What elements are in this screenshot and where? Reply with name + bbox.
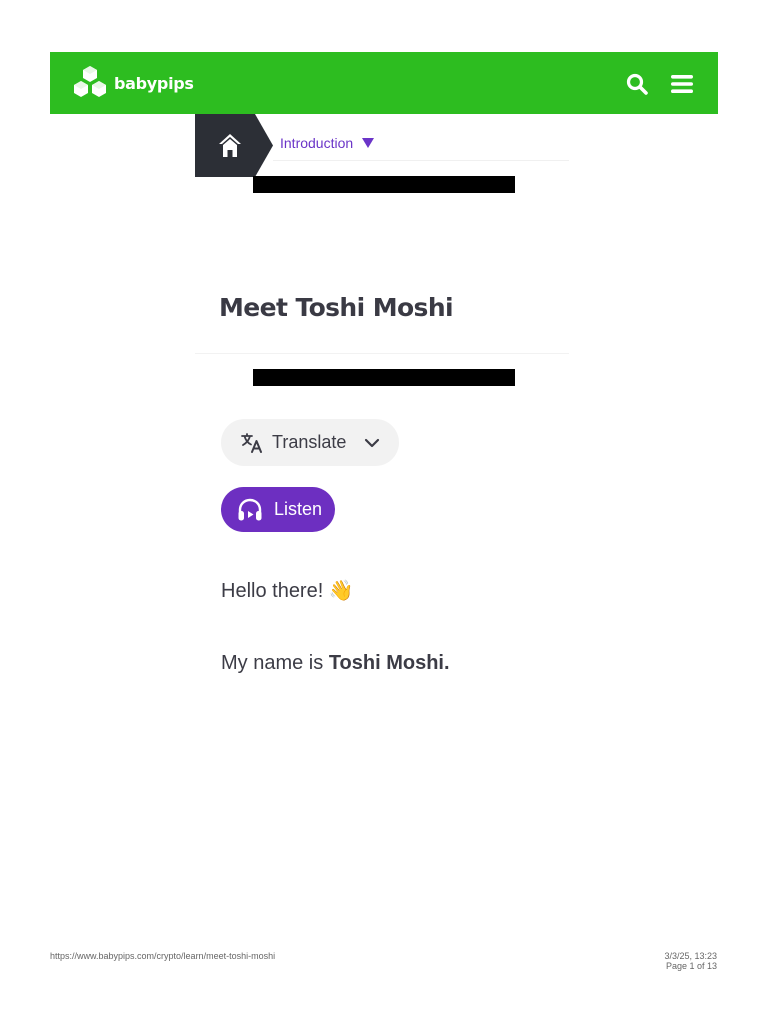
redacted-block [253,369,515,386]
waving-hand-emoji: 👋 [328,580,354,602]
menu-button[interactable] [669,72,695,96]
title-divider [195,353,569,354]
headphones-icon [238,498,262,520]
listen-label: Listen [274,499,323,519]
breadcrumb-section-label: Introduction [280,135,354,151]
page-title: Meet Toshi Moshi [219,293,454,322]
greeting-text: Hello there! [221,580,324,602]
babypips-logo-icon [74,66,106,97]
character-name: Toshi Moshi. [328,652,450,674]
caret-down-icon [362,138,375,148]
hamburger-menu-icon [671,75,693,93]
search-button[interactable] [625,72,649,96]
brand-name: babypips [114,73,194,93]
translate-icon [241,432,262,453]
top-nav-bar: babypips [50,52,718,114]
breadcrumb-section-dropdown[interactable]: Introduction [280,135,375,151]
page: babypips Introduction Meet Toshi Moshi T… [0,0,768,1024]
translate-button[interactable]: Translate [221,419,399,466]
redacted-block [253,176,515,193]
name-paragraph: My name is Toshi Moshi. [221,652,450,675]
home-button[interactable] [195,114,273,177]
footer-datetime: 3/3/25, 13:23 [664,951,717,961]
listen-button[interactable]: Listen [221,487,335,532]
babypips-logo-link[interactable]: babypips [72,66,194,100]
greeting-paragraph: Hello there! 👋 [221,578,354,603]
chevron-down-icon [365,438,380,447]
footer-url: https://www.babypips.com/crypto/learn/me… [50,951,276,961]
breadcrumb-divider [273,160,569,161]
footer-meta: 3/3/25, 13:23 Page 1 of 13 [664,951,717,971]
footer-page-info: Page 1 of 13 [665,961,717,971]
home-tab-shape [195,114,273,177]
translate-label: Translate [272,432,347,452]
breadcrumb: Introduction [195,114,569,177]
search-icon [626,73,648,95]
name-prefix: My name is [221,652,329,674]
